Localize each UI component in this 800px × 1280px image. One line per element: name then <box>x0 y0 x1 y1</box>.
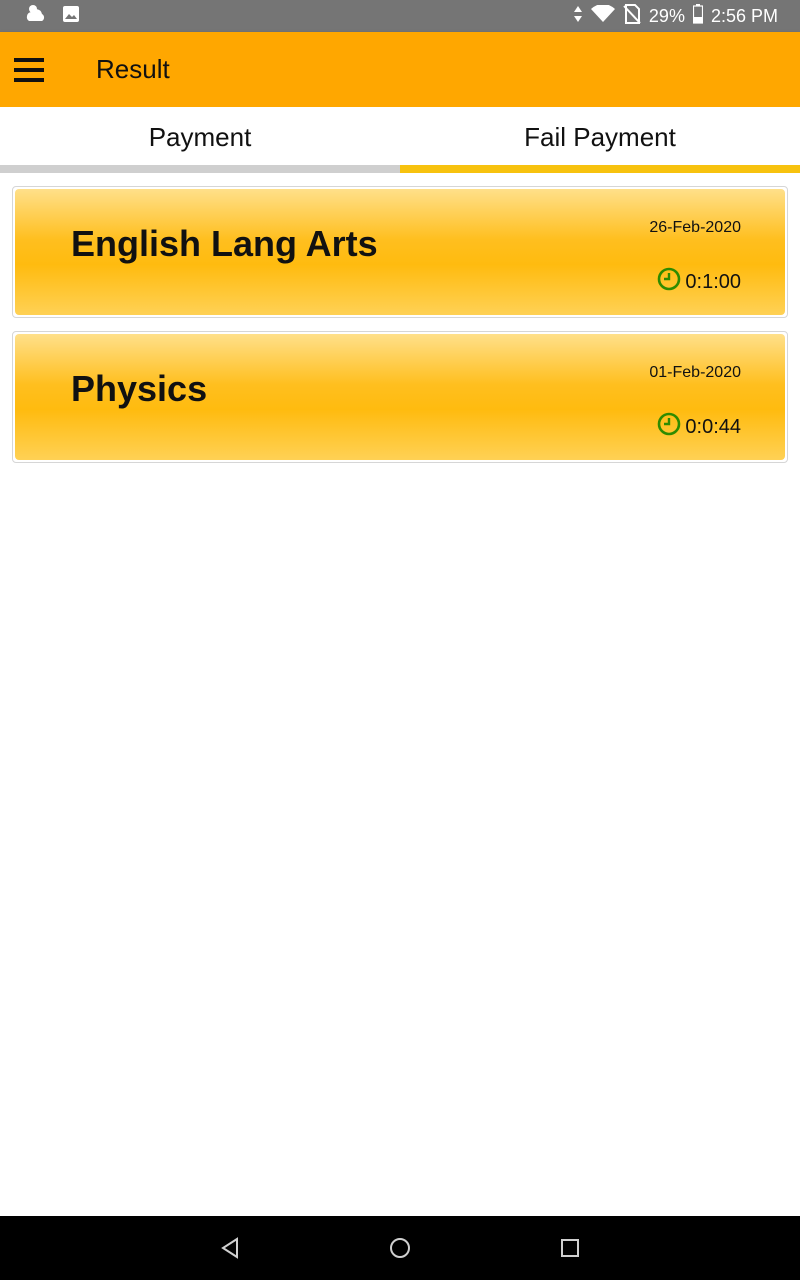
duration-text: 0:0:44 <box>685 415 741 438</box>
weather-icon <box>24 3 48 30</box>
page-title: Result <box>96 54 170 84</box>
result-card-body: Physics 01-Feb-2020 0:0:44 <box>15 334 785 460</box>
tab-payment[interactable]: Payment <box>0 107 400 173</box>
tab-indicator <box>400 165 800 173</box>
subject-name: Physics <box>71 368 208 409</box>
data-arrows-icon <box>573 5 583 28</box>
system-nav-bar <box>0 1216 800 1280</box>
battery-percent: 29% <box>648 5 685 26</box>
clock-icon <box>657 267 681 297</box>
no-sim-icon <box>623 3 641 29</box>
tab-fail-payment[interactable]: Fail Payment <box>400 107 800 173</box>
home-icon[interactable] <box>370 1218 430 1278</box>
back-icon[interactable] <box>200 1218 260 1278</box>
tab-bar: Payment Fail Payment <box>0 107 800 173</box>
result-card-body: English Lang Arts 26-Feb-2020 0:1:00 <box>15 189 785 315</box>
app-bar: Result <box>0 32 800 107</box>
clock-icon <box>657 412 681 442</box>
result-duration: 0:1:00 <box>657 267 741 297</box>
subject-name: English Lang Arts <box>71 223 378 264</box>
battery-icon <box>692 3 704 29</box>
result-card[interactable]: Physics 01-Feb-2020 0:0:44 <box>12 331 788 463</box>
status-bar: 29% 2:56 PM <box>0 0 800 32</box>
result-card[interactable]: English Lang Arts 26-Feb-2020 0:1:00 <box>12 186 788 318</box>
wifi-icon <box>590 3 615 28</box>
tab-underline <box>0 165 400 173</box>
result-list: English Lang Arts 26-Feb-2020 0:1:00 Phy… <box>12 186 788 476</box>
hamburger-menu-icon[interactable] <box>4 44 56 96</box>
tab-label: Fail Payment <box>524 121 676 152</box>
result-date: 01-Feb-2020 <box>649 364 741 381</box>
image-icon <box>62 5 80 28</box>
tab-label: Payment <box>148 121 252 152</box>
result-duration: 0:0:44 <box>657 412 741 442</box>
result-date: 26-Feb-2020 <box>649 219 741 236</box>
recents-icon[interactable] <box>540 1218 600 1278</box>
duration-text: 0:1:00 <box>685 270 741 293</box>
clock-time: 2:56 PM <box>710 5 778 26</box>
